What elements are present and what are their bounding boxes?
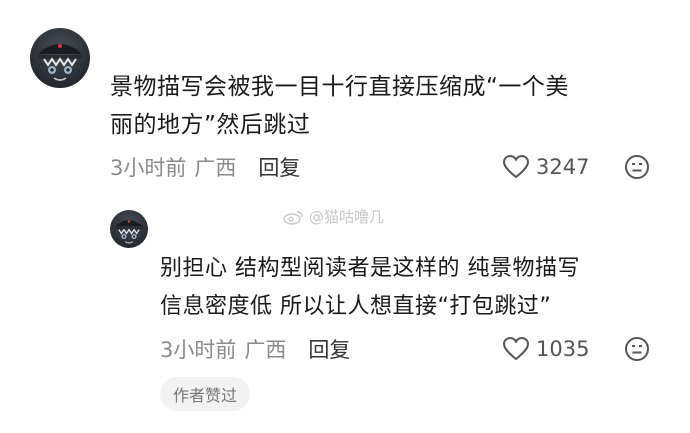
heart-outline-icon [502, 154, 530, 179]
reply-text: 别担心 结构型阅读者是这样的 纯景物描写 信息密度低 所以让人想直接“打包跳过” [160, 250, 680, 326]
weibo-logo-icon [283, 210, 303, 225]
like-button[interactable]: 3247 [502, 152, 589, 182]
like-button[interactable]: 1035 [502, 334, 589, 364]
like-count: 3247 [536, 155, 590, 179]
location: 广西 [244, 338, 287, 362]
neutral-face-icon [625, 337, 649, 361]
dislike-button[interactable] [624, 154, 650, 180]
like-count: 1035 [536, 337, 590, 361]
timestamp: 3小时前 [160, 338, 237, 362]
location: 广西 [194, 156, 237, 180]
avatar[interactable] [110, 210, 148, 248]
comment-text-line-1: 景物描写会被我一目十行直接压缩成“一个美 [110, 74, 569, 100]
reply-button[interactable]: 回复 [258, 152, 300, 182]
avatar[interactable] [30, 28, 90, 88]
reply-meta: 3小时前 广西 回复 [160, 334, 350, 364]
heart-outline-icon [502, 336, 530, 361]
timestamp: 3小时前 [110, 156, 187, 180]
comment-text: 景物描写会被我一目十行直接压缩成“一个美 丽的地方”然后跳过 [110, 68, 670, 144]
neutral-face-icon [625, 155, 649, 179]
author-liked-badge: 作者赞过 [160, 377, 251, 411]
weibo-watermark: @猫咕噜几 [283, 206, 384, 227]
dislike-button[interactable] [624, 336, 650, 362]
comment-meta: 3小时前 广西 回复 [110, 152, 300, 182]
reply-button[interactable]: 回复 [308, 334, 350, 364]
watermark-text: @猫咕噜几 [309, 208, 385, 226]
reply-text-line-1: 别担心 结构型阅读者是这样的 纯景物描写 [160, 256, 580, 281]
reply-text-line-2: 信息密度低 所以让人想直接“打包跳过” [160, 294, 552, 319]
comment-text-line-2: 丽的地方”然后跳过 [110, 112, 311, 138]
